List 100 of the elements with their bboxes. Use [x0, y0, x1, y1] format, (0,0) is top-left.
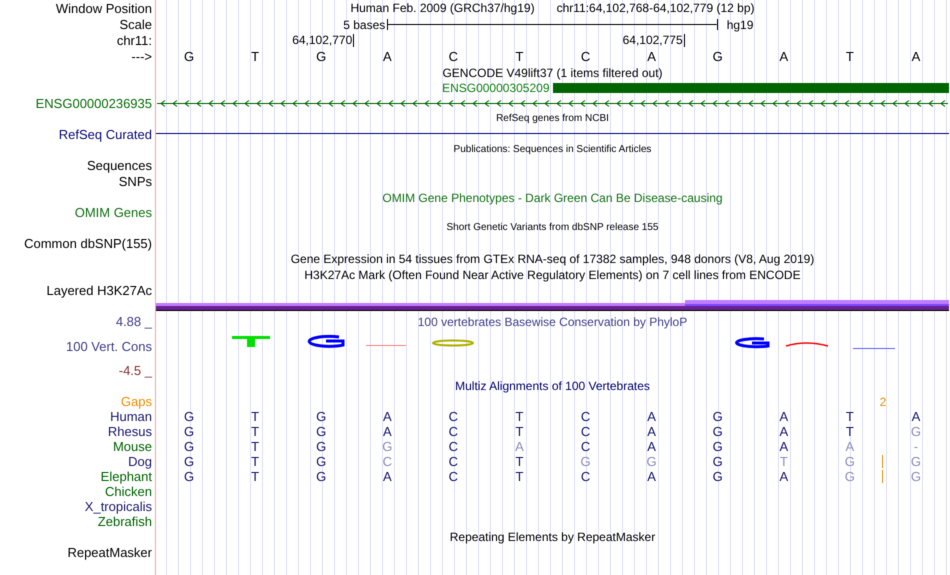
track-label[interactable]: RepeatMasker [67, 545, 152, 560]
base-letter: C [448, 50, 458, 64]
track-title: chr11:64,102,768-64,102,779 (12 bp) [556, 1, 755, 15]
aligned-base: C [580, 410, 590, 424]
species-label[interactable]: Human [110, 409, 152, 424]
aligned-base: T [780, 454, 788, 468]
aligned-base: G [184, 440, 194, 454]
aligned-base: G [316, 410, 326, 424]
track-title: Gene Expression in 54 tissues from GTEx RNA-seq of 17382 samples, 948 donors (V8, Aug 2019) [290, 252, 814, 266]
species-label[interactable]: Rhesus [108, 424, 152, 439]
track-label[interactable]: 4.88 _ [116, 314, 152, 329]
track-label[interactable]: Sequences [86, 158, 152, 173]
base-letter: G [184, 50, 194, 64]
species-label[interactable]: X_tropicalis [84, 499, 152, 514]
track-label[interactable]: 100 Vert. Cons [66, 338, 152, 354]
aligned-base: C [580, 424, 590, 438]
species-label[interactable]: Zebrafish [98, 514, 152, 529]
feature-name[interactable]: ENSG00000305209 [442, 80, 552, 94]
track-label[interactable]: SNPs [118, 174, 152, 189]
aligned-base: C [580, 440, 590, 454]
base-letter: A [912, 50, 920, 64]
aligned-base: A [647, 424, 656, 438]
track-label[interactable]: chr11: [116, 33, 152, 48]
aligned-base: A [382, 470, 392, 484]
track-label[interactable]: Scale [119, 17, 152, 32]
aligned-base: A [515, 440, 524, 454]
track-label[interactable]: Layered H3K27Ac [46, 283, 152, 298]
aligned-base: C [448, 470, 458, 484]
base-letter: T [515, 50, 524, 64]
aligned-base: G [184, 470, 194, 484]
aligned-base: G [910, 454, 922, 468]
aligned-base: G [184, 454, 194, 468]
aligned-base: G [316, 470, 326, 484]
aligned-base: G [316, 454, 326, 468]
base-letter: C [580, 50, 590, 64]
aligned-base: C [448, 410, 458, 424]
aligned-base: C [448, 424, 458, 438]
aligned-base: C [580, 470, 590, 484]
track-title: Short Genetic Variants from dbSNP release 155 [446, 220, 658, 234]
track-title: Multiz Alignments of 100 Vertebrates [455, 379, 650, 393]
species-label[interactable]: Mouse [112, 439, 152, 454]
base-letter: A [647, 50, 656, 64]
aligned-base: G [184, 410, 194, 424]
aligned-base: A [912, 410, 920, 424]
aligned-base: G [382, 440, 392, 454]
aligned-base: G [712, 470, 723, 484]
assembly-label: hg19 [726, 18, 754, 32]
track-label[interactable]: ---> [131, 49, 152, 64]
aligned-base: T [515, 424, 524, 438]
aligned-base: G [712, 424, 723, 438]
track-title: Publications: Sequences in Scientific Articles [454, 143, 652, 157]
track-title: H3K27Ac Mark (Often Found Near Active Regulatory Elements) on 7 cell lines from ENCODE [304, 268, 801, 282]
aligned-base: A [647, 470, 656, 484]
track-title: Human Feb. 2009 (GRCh37/hg19) [350, 1, 535, 15]
aligned-base: G [646, 454, 657, 468]
aligned-base: A [779, 440, 788, 454]
aligned-base: T [251, 454, 260, 468]
aligned-base: A [779, 470, 788, 484]
aligned-base: G [910, 424, 922, 438]
aligned-base: A [779, 424, 788, 438]
aligned-base: A [647, 440, 656, 454]
ruler-position: 64,102,775 [622, 34, 685, 47]
aligned-base: G [580, 454, 591, 468]
track-title: RefSeq genes from NCBI [496, 112, 609, 126]
gap-count: 2 [880, 394, 886, 408]
aligned-base: T [251, 410, 260, 424]
base-letter: G [712, 50, 723, 64]
aligned-base: G [184, 424, 194, 438]
track-title: Repeating Elements by RepeatMasker [450, 530, 656, 544]
species-label[interactable]: Chicken [105, 484, 152, 499]
aligned-base: A [382, 424, 392, 438]
aligned-base: T [515, 454, 524, 468]
track-title: GENCODE V49lift37 (1 items filtered out) [442, 66, 663, 80]
track-label[interactable]: -4.5 _ [118, 362, 152, 378]
aligned-base: G [712, 440, 723, 454]
base-letter: T [251, 50, 260, 64]
track-title: OMIM Gene Phenotypes - Dark Green Can Be Disease-causing [382, 190, 723, 204]
aligned-base: C [448, 454, 458, 468]
track-label[interactable]: ENSG00000236935 [36, 96, 152, 110]
species-label[interactable]: Elephant [100, 469, 152, 484]
aligned-base: T [515, 410, 524, 424]
track-label[interactable]: OMIM Genes [74, 205, 152, 220]
base-letter: T [846, 50, 854, 64]
species-label[interactable]: Dog [128, 454, 152, 469]
aligned-base: A [382, 410, 392, 424]
aligned-base: A [779, 410, 788, 424]
aligned-base: C [382, 454, 392, 468]
aligned-base: G [712, 410, 723, 424]
feature-bar[interactable] [552, 82, 949, 92]
track-title: 100 vertebrates Basewise Conservation by PhyloP [418, 314, 688, 328]
track-label[interactable]: RefSeq Curated [58, 126, 152, 142]
base-letter: A [382, 50, 392, 64]
ruler-position: 64,102,770 [292, 34, 354, 47]
aligned-base: G [712, 454, 723, 468]
track-label[interactable]: Window Position [56, 0, 152, 16]
base-letter: G [316, 50, 326, 64]
aligned-base: G [844, 470, 855, 484]
track-label[interactable]: Common dbSNP(155) [24, 236, 152, 250]
aligned-base: G [910, 470, 922, 484]
aligned-base: T [251, 424, 260, 438]
